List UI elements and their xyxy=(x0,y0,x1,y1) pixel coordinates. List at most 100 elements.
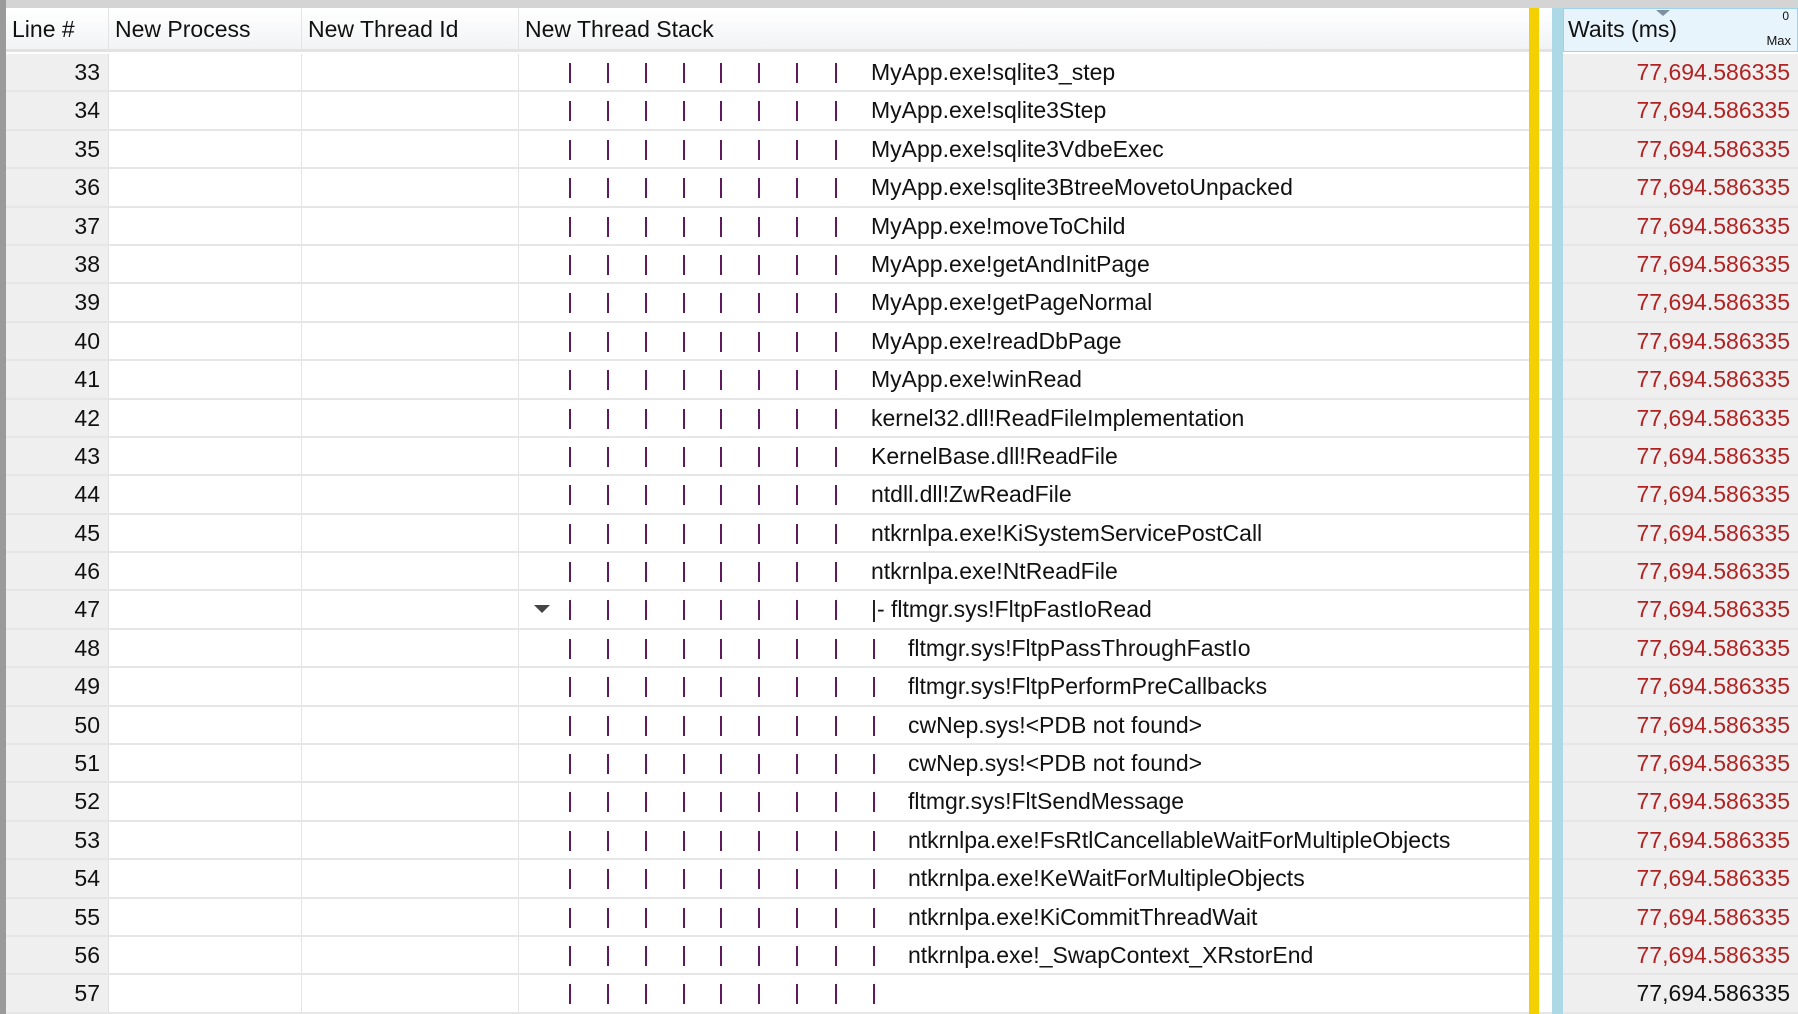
tree-line xyxy=(835,715,837,736)
stack-frame: MyApp.exe!winRead xyxy=(871,366,1082,393)
tree-line xyxy=(758,830,760,851)
tree-line xyxy=(758,984,760,1005)
column-header-line[interactable]: Line # xyxy=(6,8,109,52)
waits-value: 77,694.586335 xyxy=(1563,783,1798,820)
new-process-cell xyxy=(109,553,302,590)
new-process-cell xyxy=(109,130,302,168)
tree-line xyxy=(569,792,571,813)
new-process-cell xyxy=(109,629,302,667)
new-process-cell xyxy=(109,514,302,552)
column-header-new-thread-stack[interactable]: New Thread Stack xyxy=(519,8,1529,52)
tree-line xyxy=(720,63,722,83)
tree-line xyxy=(645,63,647,83)
column-header-new-process[interactable]: New Process xyxy=(109,8,302,52)
tree-line xyxy=(607,600,609,621)
tree-line xyxy=(873,984,875,1005)
tree-line xyxy=(645,600,647,621)
new-thread-id-cell xyxy=(302,629,519,667)
tree-line xyxy=(796,254,798,275)
tree-line xyxy=(645,331,647,352)
top-border xyxy=(0,0,1798,8)
tree-line xyxy=(683,293,685,314)
stack-frame: kernel32.dll!ReadFileImplementation xyxy=(871,404,1245,431)
waits-value: 77,694.586335 xyxy=(1563,745,1798,782)
tree-line xyxy=(645,754,647,775)
new-process-cell xyxy=(109,745,302,782)
tree-line xyxy=(645,408,647,429)
tree-line xyxy=(835,178,837,199)
line-number: 56 xyxy=(6,936,109,974)
tree-line xyxy=(645,139,647,160)
tree-line xyxy=(720,523,722,544)
tree-line xyxy=(796,63,798,83)
tree-line xyxy=(683,945,685,966)
graph-divider-blue[interactable] xyxy=(1552,8,1563,1014)
stack-frame: fltmgr.sys!FltpPassThroughFastIo xyxy=(908,634,1251,661)
line-number: 53 xyxy=(6,821,109,859)
line-number: 45 xyxy=(6,514,109,552)
tree-line xyxy=(607,830,609,851)
tree-line xyxy=(720,293,722,314)
new-thread-id-cell xyxy=(302,668,519,705)
tree-line xyxy=(720,715,722,736)
stack-frame: fltmgr.sys!FltpPerformPreCallbacks xyxy=(908,673,1268,700)
tree-line xyxy=(835,638,837,659)
waits-value: 77,694.586335 xyxy=(1563,821,1798,859)
tree-line xyxy=(720,446,722,467)
tree-line xyxy=(758,907,760,928)
waits-value: 77,694.586335 xyxy=(1563,514,1798,552)
tree-line xyxy=(835,254,837,275)
stack-frame: KernelBase.dll!ReadFile xyxy=(871,442,1118,469)
tree-line xyxy=(720,485,722,506)
waits-value: 77,694.586335 xyxy=(1563,668,1798,705)
tree-line xyxy=(683,254,685,275)
tree-line xyxy=(720,907,722,928)
column-header-new-thread-id[interactable]: New Thread Id xyxy=(302,8,519,52)
new-thread-id-cell xyxy=(302,361,519,398)
tree-line xyxy=(873,715,875,736)
tree-line xyxy=(607,984,609,1005)
tree-line xyxy=(796,216,798,237)
tree-line xyxy=(758,523,760,544)
tree-line xyxy=(569,600,571,621)
tree-line xyxy=(607,638,609,659)
tree-line xyxy=(796,677,798,698)
tree-line xyxy=(607,254,609,275)
tree-line xyxy=(607,139,609,160)
tree-line xyxy=(569,754,571,775)
tree-line xyxy=(569,331,571,352)
waits-value: 77,694.586335 xyxy=(1563,361,1798,398)
tree-line xyxy=(720,830,722,851)
tree-line xyxy=(645,907,647,928)
tree-line xyxy=(607,792,609,813)
column-header-waits[interactable]: Waits (ms) 0 Max xyxy=(1563,8,1798,52)
new-thread-id-cell xyxy=(302,936,519,974)
grouping-divider-yellow[interactable] xyxy=(1529,8,1539,1014)
tree-line xyxy=(835,677,837,698)
tree-line xyxy=(645,101,647,122)
tree-line xyxy=(758,178,760,199)
expand-collapse-icon[interactable] xyxy=(534,605,550,614)
tree-line xyxy=(720,178,722,199)
tree-line xyxy=(645,638,647,659)
tree-line xyxy=(569,216,571,237)
tree-line xyxy=(758,945,760,966)
new-thread-id-cell xyxy=(302,975,519,1012)
tree-line xyxy=(835,331,837,352)
new-thread-id-cell xyxy=(302,783,519,820)
tree-line xyxy=(607,907,609,928)
tree-line xyxy=(796,869,798,890)
tree-line xyxy=(873,830,875,851)
new-process-cell xyxy=(109,207,302,244)
new-thread-id-cell xyxy=(302,92,519,129)
waits-value: 77,694.586335 xyxy=(1563,92,1798,129)
line-number: 54 xyxy=(6,860,109,897)
tree-line xyxy=(683,216,685,237)
tree-line xyxy=(758,63,760,83)
tree-line xyxy=(835,562,837,583)
line-number: 52 xyxy=(6,783,109,820)
waits-value: 77,694.586335 xyxy=(1563,553,1798,590)
stack-frame: ntkrnlpa.exe!KeWaitForMultipleObjects xyxy=(908,865,1305,892)
tree-line xyxy=(796,600,798,621)
tree-line xyxy=(569,830,571,851)
